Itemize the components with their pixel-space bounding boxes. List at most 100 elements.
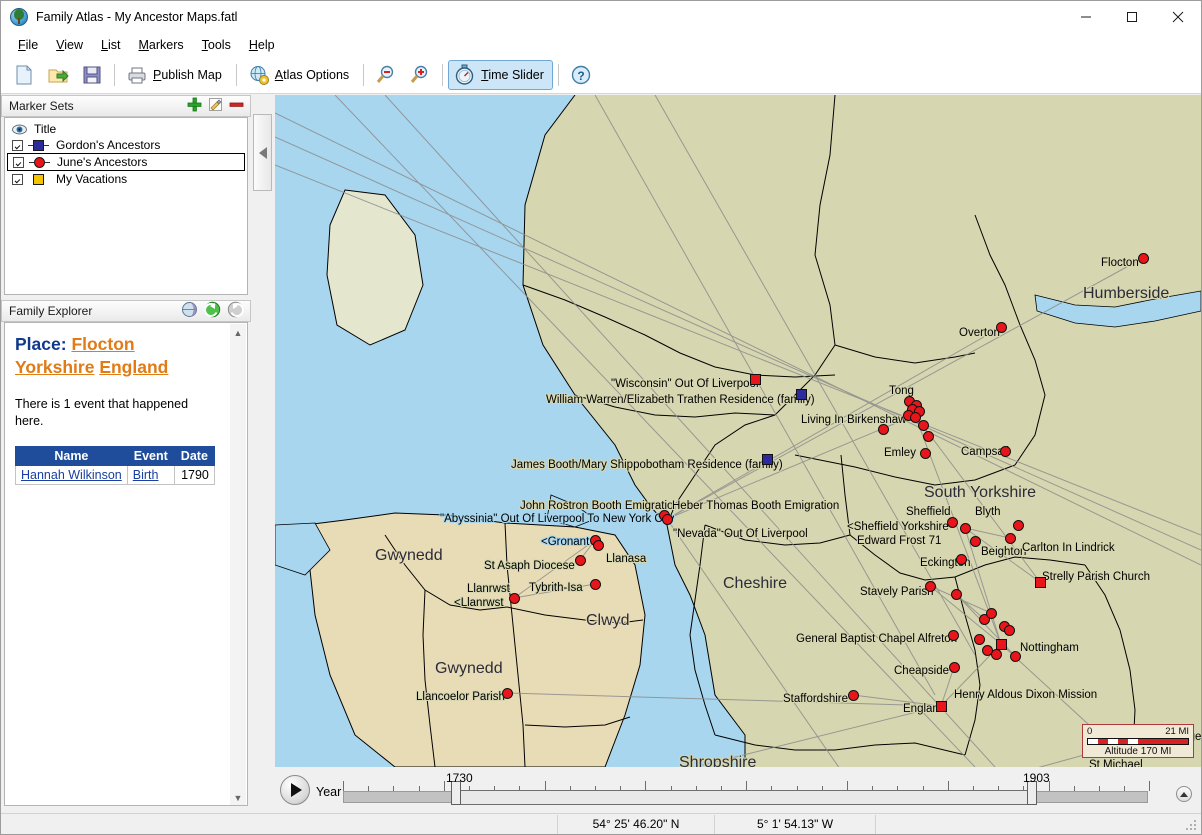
family-explorer-content: Place: Flocton Yorkshire England There i… <box>4 322 248 806</box>
map-marker[interactable] <box>996 322 1007 333</box>
save-button[interactable] <box>75 60 109 90</box>
map-marker[interactable] <box>947 517 958 528</box>
map-label-llanasa: Llanasa <box>606 553 646 565</box>
marker-set-item-my-vacations[interactable]: My Vacations <box>5 171 247 187</box>
map-marker[interactable] <box>750 374 761 385</box>
menu-file[interactable]: FFileile <box>9 35 47 55</box>
map-marker[interactable] <box>848 690 859 701</box>
map-marker[interactable] <box>948 630 959 641</box>
event-link[interactable]: Birth <box>133 468 159 482</box>
edit-marker-set-button[interactable] <box>208 97 223 115</box>
map-marker[interactable] <box>949 662 960 673</box>
forward-button[interactable] <box>227 301 244 321</box>
family-explorer-scrollbar[interactable]: ▲ ▼ <box>230 324 246 806</box>
menu-markers[interactable]: Markers <box>130 35 193 55</box>
map-marker[interactable] <box>502 688 513 699</box>
map-marker[interactable] <box>918 420 929 431</box>
collapse-panel-button[interactable] <box>253 114 272 191</box>
panel-splitter <box>251 95 275 807</box>
map-marker[interactable] <box>1005 533 1016 544</box>
map-marker[interactable] <box>509 593 520 604</box>
map-label-cheapside: Cheapside <box>894 665 949 677</box>
marker-set-item-junes-ancestors[interactable]: June's Ancestors <box>7 153 245 171</box>
publish-map-button[interactable]: Publish Map <box>120 60 231 90</box>
remove-marker-set-button[interactable] <box>229 97 244 115</box>
minimize-icon[interactable] <box>1063 1 1109 33</box>
region-label-gwynedd-south: Gwynedd <box>435 660 503 678</box>
map-marker[interactable] <box>925 581 936 592</box>
event-summary-text: There is 1 event that happened here. <box>15 396 200 430</box>
menu-help[interactable]: Help <box>240 35 284 55</box>
timeline-selected-range[interactable] <box>454 790 1032 805</box>
collapse-time-slider-button[interactable] <box>1176 786 1192 802</box>
latitude-readout: 54° 25' 46.20" N <box>558 814 714 835</box>
maximize-icon[interactable] <box>1109 1 1155 33</box>
map-label-general-baptist-chapel-alfreton: General Baptist Chapel Alfreton <box>796 633 957 645</box>
application-window: Family Atlas - My Ancestor Maps.fatl FFi… <box>0 0 1202 835</box>
events-table: Name Event Date Hannah Wilkinson Birth 1… <box>15 446 215 485</box>
map-marker[interactable] <box>951 589 962 600</box>
place-link-england[interactable]: England <box>99 357 168 377</box>
map-marker[interactable] <box>1000 446 1011 457</box>
menu-list[interactable]: List <box>92 35 129 55</box>
resize-grip[interactable] <box>1186 820 1198 832</box>
map-marker[interactable] <box>1035 577 1046 588</box>
open-button[interactable] <box>41 60 75 90</box>
map-label-wisconsin-out-of-liverpool: "Wisconsin" Out Of Liverpool <box>611 378 759 390</box>
menu-tools[interactable]: Tools <box>193 35 240 55</box>
help-button[interactable]: ? <box>564 60 598 90</box>
place-heading: Place: Flocton <box>15 333 235 356</box>
map-marker[interactable] <box>991 649 1002 660</box>
map-marker[interactable] <box>960 523 971 534</box>
map-label-william-warren-elizabeth-trathen-residence: William Warren/Elizabeth Trathen Residen… <box>546 394 815 406</box>
menu-view[interactable]: View <box>47 35 92 55</box>
events-table-header-row: Name Event Date <box>16 447 215 466</box>
open-folder-icon <box>47 64 69 86</box>
marker-sets-list[interactable]: Title Gordon's Ancestors June's Ancestor… <box>4 117 248 295</box>
table-row: Hannah Wilkinson Birth 1790 <box>16 466 215 485</box>
map-marker[interactable] <box>593 540 604 551</box>
map-marker[interactable] <box>956 554 967 565</box>
marker-set-checkbox[interactable] <box>13 157 24 168</box>
close-icon[interactable] <box>1155 1 1201 33</box>
time-slider-button[interactable]: Time Slider <box>448 60 553 90</box>
marker-set-item-gordons-ancestors[interactable]: Gordon's Ancestors <box>5 137 247 153</box>
timeline-start-year: 1730 <box>446 771 473 785</box>
home-globe-button[interactable] <box>181 301 198 321</box>
map-marker[interactable] <box>936 701 947 712</box>
map-marker[interactable] <box>796 389 807 400</box>
map-marker[interactable] <box>920 448 931 459</box>
map-marker[interactable] <box>662 514 673 525</box>
play-button[interactable] <box>280 775 310 805</box>
scroll-up-icon[interactable]: ▲ <box>230 324 246 341</box>
map-marker[interactable] <box>974 634 985 645</box>
map-marker[interactable] <box>762 454 773 465</box>
place-link-yorkshire[interactable]: Yorkshire <box>15 357 94 377</box>
map-marker[interactable] <box>923 431 934 442</box>
marker-set-checkbox[interactable] <box>12 140 23 151</box>
person-link[interactable]: Hannah Wilkinson <box>21 468 122 482</box>
scroll-down-icon[interactable]: ▼ <box>230 789 246 806</box>
add-marker-set-button[interactable] <box>187 97 202 115</box>
map-marker[interactable] <box>986 608 997 619</box>
zoom-out-button[interactable] <box>369 60 403 90</box>
region-label-humberside: Humberside <box>1083 285 1169 303</box>
map-marker[interactable] <box>575 555 586 566</box>
scale-min-label: 0 <box>1087 727 1092 737</box>
map-marker[interactable] <box>1138 253 1149 264</box>
atlas-options-button[interactable]: Atlas Options <box>242 60 358 90</box>
map-marker[interactable] <box>878 424 889 435</box>
column-header-name: Name <box>16 447 128 466</box>
map-marker[interactable] <box>1010 651 1021 662</box>
map-marker[interactable] <box>970 536 981 547</box>
back-button[interactable] <box>204 301 221 321</box>
marker-set-checkbox[interactable] <box>12 174 23 185</box>
new-button[interactable] <box>7 60 41 90</box>
map-marker[interactable] <box>1013 520 1024 531</box>
zoom-in-button[interactable] <box>403 60 437 90</box>
region-label-south-yorkshire: South Yorkshire <box>924 484 1036 502</box>
map-marker[interactable] <box>1004 625 1015 636</box>
place-link-flocton[interactable]: Flocton <box>71 334 134 354</box>
map-canvas[interactable]: Humberside South Yorkshire Cheshire Shro… <box>275 95 1201 767</box>
map-marker[interactable] <box>590 579 601 590</box>
